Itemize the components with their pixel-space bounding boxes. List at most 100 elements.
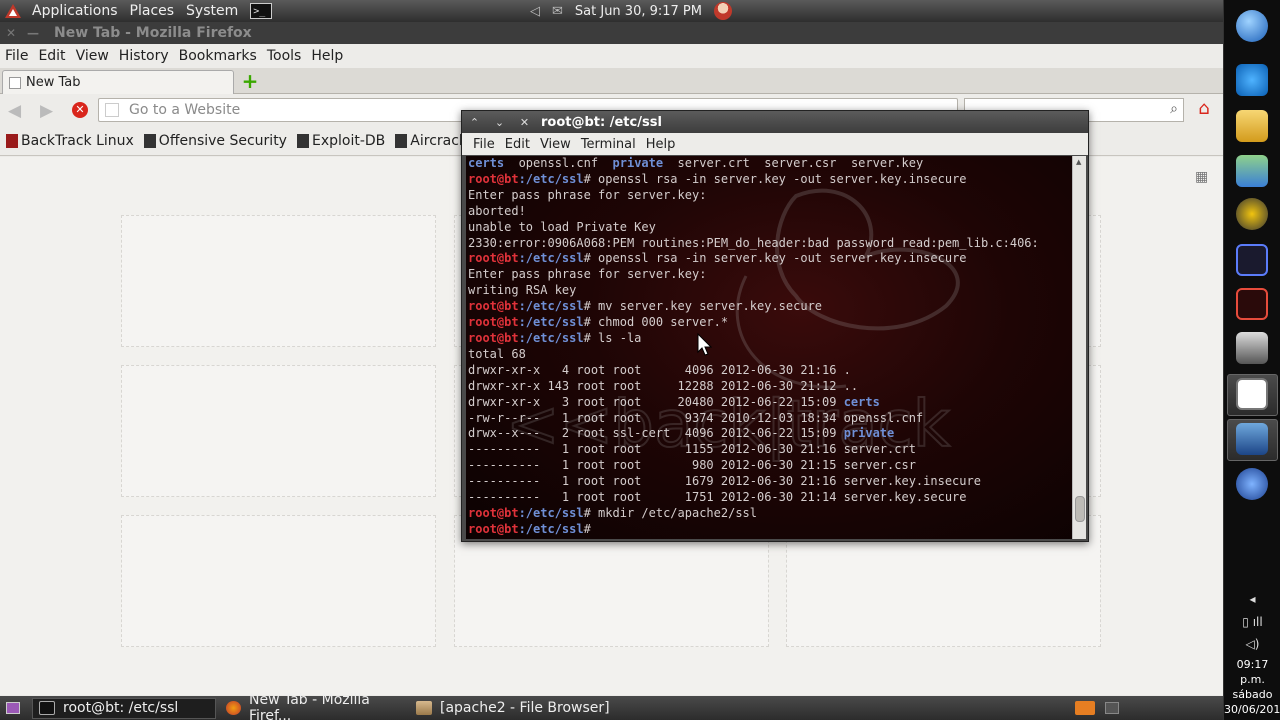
new-tab-plus-icon[interactable]: + [239,71,261,91]
terminal-titlebar[interactable]: ⌃ ⌄ ✕ root@bt: /etc/ssl [462,111,1088,133]
media-player-icon[interactable] [1236,198,1268,230]
dock-time: 09:17 p.m. [1236,658,1269,686]
ff-menu-bookmarks[interactable]: Bookmarks [174,48,262,64]
trash-icon[interactable] [1075,701,1095,715]
terminal-line: root@bt:/etc/ssl# ls -la [468,331,1039,347]
terminal-task-icon [39,701,55,715]
term-menu-terminal[interactable]: Terminal [576,137,641,152]
thumbnail-tile[interactable] [121,365,436,497]
start-orb-icon[interactable] [1236,10,1268,42]
command-text: # [583,521,599,536]
terminal-screen[interactable]: <<back|track certs openssl.cnf private s… [466,156,1072,539]
panel-clock[interactable]: Sat Jun 30, 9:17 PM [575,4,702,19]
tray-network-signal-icon[interactable]: ▯ ıll [1224,615,1280,629]
dock-clock[interactable]: 09:17 p.m. sábado 30/06/2012 [1224,657,1280,717]
terminal-window[interactable]: ⌃ ⌄ ✕ root@bt: /etc/ssl File Edit View T… [461,110,1089,542]
show-desktop-icon[interactable] [6,702,20,714]
prompt-user: root@bt [468,521,519,536]
ls-entry: openssl.cnf [518,156,599,170]
menu-system[interactable]: System [180,3,244,19]
terminal-line: unable to load Private Key [468,219,656,234]
stop-icon[interactable]: ✕ [72,102,88,118]
task-file-browser[interactable]: [apache2 - File Browser] [410,698,610,719]
exploitdb-bookmark-icon [296,133,309,148]
bookmark-exploit-db[interactable]: Exploit-DB [296,133,385,149]
backtrack-logo-icon[interactable] [0,0,26,22]
terminal-line: writing RSA key [468,283,577,298]
terminal-line: total 68 [468,346,526,361]
terminal-line: drwxr-xr-x 4 root root 4096 2012-06-30 2… [468,362,851,377]
forward-arrow-icon[interactable]: ▶ [40,101,53,121]
prompt-user: root@bt [468,251,519,266]
window-app-icon[interactable] [1236,378,1268,410]
top-panel: Applications Places System >_ ◁ ✉ Sat Ju… [0,0,1223,22]
tab-new-tab[interactable]: New Tab [2,70,234,94]
window-minimize-icon[interactable]: — [22,26,44,40]
ff-menu-view[interactable]: View [71,48,114,64]
firefox-titlebar[interactable]: ✕ — New Tab - Mozilla Firefox [0,22,1223,44]
window-close-icon[interactable]: ✕ [0,26,22,40]
bookmark-offensive-security[interactable]: Offensive Security [143,133,287,149]
term-menu-file[interactable]: File [468,137,500,152]
ff-menu-edit[interactable]: Edit [33,48,70,64]
tray-expand-icon[interactable]: ◂ [1224,592,1280,606]
tray-volume-icon[interactable]: ◁) [1224,637,1280,651]
terminal-line: drwx--x--- 2 root ssl-cert 4096 2012-06-… [468,426,1039,442]
ff-menu-history[interactable]: History [114,48,174,64]
terminal-menubar: File Edit View Terminal Help [462,133,1088,155]
dragon-shield-icon[interactable] [1236,332,1268,364]
menu-places[interactable]: Places [124,3,181,19]
close-icon[interactable]: ✕ [512,116,537,129]
command-text: # openssl rsa -in server.key -out server… [583,251,967,266]
maximize-chevron-icon[interactable]: ⌃ [462,116,487,129]
bookmark-label: BackTrack Linux [21,132,134,149]
star-app-icon[interactable] [1236,288,1268,320]
network-people-icon[interactable] [1236,155,1268,187]
search-icon[interactable]: ⌕ [1170,101,1178,117]
ls-detail: drwxr-xr-x 3 root root 20480 2012-06-22 … [468,394,844,409]
infinity-app-icon[interactable] [1236,244,1268,276]
volume-icon[interactable]: ◁ [530,4,540,19]
task-terminal[interactable]: root@bt: /etc/ssl [32,697,216,719]
term-menu-edit[interactable]: Edit [500,137,535,152]
menu-applications[interactable]: Applications [26,3,124,19]
terminal-line: ---------- 1 root root 1751 2012-06-30 2… [468,490,967,505]
prompt-user: root@bt [468,299,519,314]
scroll-up-icon[interactable]: ▲ [1076,158,1081,166]
thumbnail-tile[interactable] [121,515,436,647]
grid-toggle-icon[interactable]: ▦ [1195,169,1208,185]
bookmark-backtrack-linux[interactable]: BackTrack Linux [6,133,134,149]
virtualbox-cube-icon[interactable] [1236,423,1268,455]
prompt-user: root@bt [468,330,519,345]
terminal-line: Enter pass phrase for server.key: [468,267,707,282]
aircrack-bookmark-icon [395,133,408,148]
term-menu-view[interactable]: View [535,137,576,152]
firefox-tabbar: New Tab + [0,68,1223,94]
terminal-launcher-icon[interactable]: >_ [250,3,273,19]
mail-icon[interactable]: ✉ [552,4,563,19]
home-icon[interactable]: ⌂ [1192,98,1216,120]
back-arrow-icon[interactable]: ◀ [8,101,21,121]
terminal-line: drwxr-xr-x 143 root root 12288 2012-06-3… [468,378,859,393]
ls-entry [663,156,677,170]
terminal-line: ---------- 1 root root 1679 2012-06-30 2… [468,474,981,489]
terminal-scrollbar[interactable]: ▲ [1072,156,1086,539]
thumbnail-tile[interactable] [121,215,436,347]
minimize-chevron-icon[interactable]: ⌄ [487,116,512,129]
workspace-switcher-icon[interactable] [1105,702,1119,714]
ff-menu-file[interactable]: File [0,48,33,64]
internet-explorer-icon[interactable] [1236,64,1268,96]
ff-menu-tools[interactable]: Tools [262,48,307,64]
ls-entry: certs [468,156,505,170]
folder-icon[interactable] [1236,110,1268,142]
scroll-thumb[interactable] [1075,496,1085,522]
prompt-path: :/etc/ssl [518,505,584,520]
prompt-path: :/etc/ssl [518,299,584,314]
term-menu-help[interactable]: Help [641,137,681,152]
globe-icon[interactable] [1236,468,1268,500]
task-label: New Tab - Mozilla Firef... [248,692,370,720]
user-icon[interactable] [714,2,732,20]
ls-entry [598,156,612,170]
ff-menu-help[interactable]: Help [306,48,348,64]
task-firefox[interactable]: New Tab - Mozilla Firef... [220,692,406,720]
